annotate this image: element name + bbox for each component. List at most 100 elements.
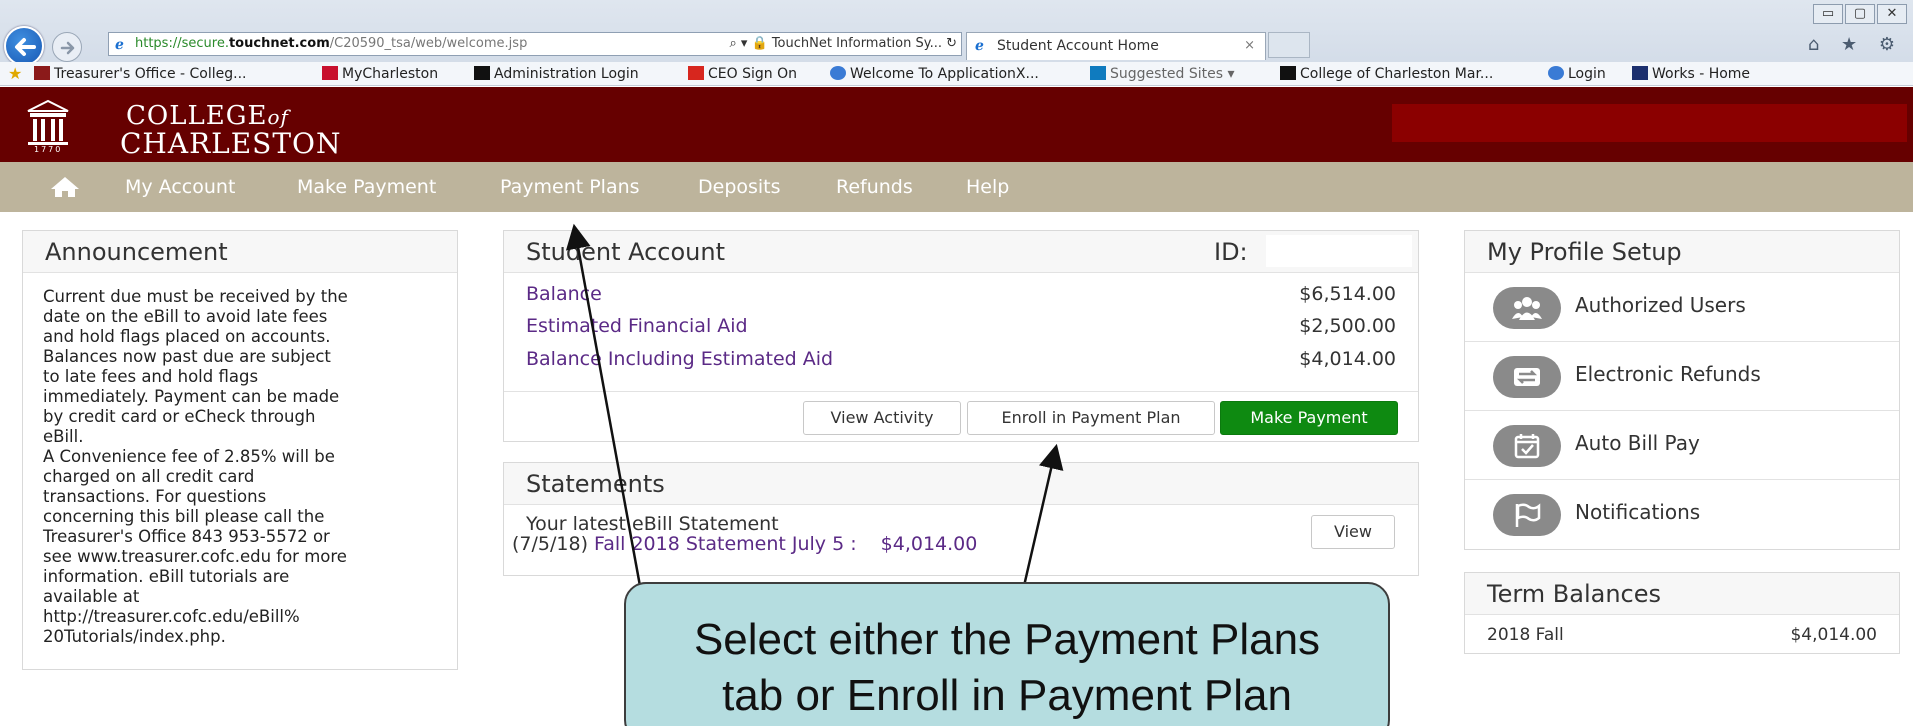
announcement-line: Treasurer's Office 843 953-5572 or [43, 527, 330, 546]
fav-administration-login[interactable]: Administration Login [474, 62, 639, 86]
fav-icon [1632, 66, 1648, 80]
profile-notifications[interactable]: Notifications [1465, 480, 1899, 549]
announcement-line: immediately. Payment can be made [43, 387, 340, 406]
announcement-line: to late fees and hold flags [43, 367, 259, 386]
fav-ceo-sign-on[interactable]: CEO Sign On [688, 62, 797, 86]
announcement-link[interactable]: http://treasurer.cofc.edu/eBill% [43, 607, 437, 627]
fav-icon [1548, 66, 1564, 80]
view-statement-button[interactable]: View [1311, 515, 1395, 549]
address-bar[interactable]: ℯ https://secure.touchnet.com/C20590_tsa… [108, 32, 962, 56]
window-controls: ▭ ▢ ✕ [1811, 4, 1907, 24]
balance-incl-aid-link[interactable]: Balance Including Estimated Aid [526, 348, 833, 370]
announcement-line: by credit card or eCheck through [43, 407, 316, 426]
auto-bill-pay-label: Auto Bill Pay [1575, 431, 1700, 455]
fav-treasurers-office[interactable]: Treasurer's Office - Colleg... [34, 62, 247, 86]
toolbar-icons[interactable]: ⌂ ★ ⚙ [1808, 34, 1903, 55]
forward-button[interactable] [52, 32, 82, 62]
logo-charleston[interactable]: CHARLESTON [120, 127, 342, 160]
profile-setup-panel: My Profile Setup Authorized Users Electr… [1464, 230, 1900, 550]
back-button[interactable] [4, 26, 44, 66]
make-payment-button[interactable]: Make Payment [1220, 401, 1398, 435]
statement-amount: $4,014.00 [880, 533, 978, 555]
announcement-link[interactable]: 20Tutorials/index.php. [43, 627, 437, 647]
back-arrow-icon [15, 38, 36, 56]
announcement-line: eBill. [43, 427, 84, 446]
announcement-body: Current due must be received by the date… [23, 273, 457, 661]
main-nav: My Account Make Payment Payment Plans De… [0, 162, 1913, 212]
announcement-line: see www.treasurer.cofc.edu for more [43, 547, 347, 566]
logo-year: 1770 [34, 145, 63, 154]
estimated-aid-row: Estimated Financial Aid $2,500.00 [526, 315, 1396, 337]
term-amount: $4,014.00 [1790, 625, 1877, 645]
fav-cofc-marketing[interactable]: College of Charleston Mar... [1280, 62, 1493, 86]
new-tab-button[interactable] [1268, 32, 1310, 58]
term-balances-panel: Term Balances 2018 Fall $4,014.00 [1464, 572, 1900, 654]
student-account-panel: Student Account ID: Balance $6,514.00 Es… [503, 230, 1419, 442]
latest-statement-line: (7/5/18) Fall 2018 Statement July 5 : $4… [512, 533, 977, 555]
balance-incl-aid-value: $4,014.00 [1299, 348, 1396, 370]
divider [504, 391, 1418, 392]
announcement-line: Current due must be received by the [43, 287, 348, 306]
close-window-icon[interactable]: ✕ [1877, 4, 1907, 24]
profile-auto-bill-pay[interactable]: Auto Bill Pay [1465, 411, 1899, 480]
maximize-icon[interactable]: ▢ [1845, 4, 1875, 24]
url-scheme: https:// [135, 36, 182, 51]
tab-close-icon[interactable]: × [1244, 33, 1255, 59]
announcement-line: date on the eBill to avoid late fees [43, 307, 328, 326]
site-header: 1770 COLLEGEof CHARLESTON [0, 87, 1913, 162]
flag-icon [1493, 494, 1561, 536]
fav-applicationx[interactable]: Welcome To ApplicationX... [830, 62, 1039, 86]
fav-works-home[interactable]: Works - Home [1632, 62, 1750, 86]
profile-setup-title: My Profile Setup [1465, 231, 1899, 273]
statements-panel: Statements Your latest eBill Statement (… [503, 462, 1419, 576]
nav-refunds[interactable]: Refunds [836, 176, 913, 198]
minimize-icon[interactable]: ▭ [1813, 4, 1843, 24]
callout-line-2: tab or Enroll in Payment Plan [722, 671, 1292, 720]
term-name: 2018 Fall [1487, 625, 1564, 645]
profile-authorized-users[interactable]: Authorized Users [1465, 273, 1899, 342]
statement-link[interactable]: Fall 2018 Statement July 5 : [594, 533, 857, 555]
estimated-aid-value: $2,500.00 [1299, 315, 1396, 337]
announcement-panel: Announcement Current due must be receive… [22, 230, 458, 670]
fav-icon [830, 66, 846, 80]
fav-icon [34, 66, 50, 80]
forward-arrow-icon [60, 41, 75, 55]
fav-mycharleston[interactable]: MyCharleston [322, 62, 438, 86]
callout-line-1: Select either the Payment Plans [693, 615, 1321, 664]
address-tools[interactable]: ⌕ ▾ 🔒 TouchNet Information Sy... ↻ [729, 33, 957, 55]
nav-payment-plans[interactable]: Payment Plans [500, 176, 640, 198]
balance-link[interactable]: Balance [526, 283, 602, 305]
header-search-box[interactable] [1392, 104, 1907, 142]
fav-login[interactable]: Login [1548, 62, 1606, 86]
balance-value: $6,514.00 [1299, 283, 1396, 305]
fav-icon [322, 66, 338, 80]
nav-help[interactable]: Help [966, 176, 1009, 198]
announcement-line: charged on all credit card [43, 467, 255, 486]
view-activity-button[interactable]: View Activity [803, 401, 961, 435]
term-balances-title: Term Balances [1465, 573, 1899, 615]
authorized-users-label: Authorized Users [1575, 293, 1746, 317]
nav-deposits[interactable]: Deposits [698, 176, 781, 198]
tab-title: Student Account Home [997, 38, 1159, 54]
home-icon[interactable] [50, 176, 80, 198]
announcement-title: Announcement [23, 231, 457, 273]
url-subdomain: secure. [181, 36, 229, 51]
announcement-line: transactions. For questions [43, 487, 267, 506]
announcement-line: Balances now past due are subject [43, 347, 331, 366]
nav-make-payment[interactable]: Make Payment [297, 176, 436, 198]
enroll-payment-plan-button[interactable]: Enroll in Payment Plan [967, 401, 1215, 435]
announcement-line: information. eBill tutorials are [43, 567, 290, 586]
balance-incl-aid-row: Balance Including Estimated Aid $4,014.0… [526, 348, 1396, 370]
statement-date: (7/5/18) [512, 533, 588, 555]
electronic-refunds-label: Electronic Refunds [1575, 362, 1761, 386]
profile-electronic-refunds[interactable]: Electronic Refunds [1465, 342, 1899, 411]
nav-my-account[interactable]: My Account [125, 176, 235, 198]
tab-student-account-home[interactable]: ℯ Student Account Home × [966, 32, 1266, 60]
ie-page-icon: ℯ [115, 37, 124, 53]
fav-suggested-sites[interactable]: Suggested Sites ▾ [1090, 62, 1235, 86]
url-domain: touchnet.com [228, 36, 330, 51]
estimated-aid-link[interactable]: Estimated Financial Aid [526, 315, 748, 337]
notifications-label: Notifications [1575, 500, 1701, 524]
favorites-star-icon[interactable]: ★ [8, 62, 22, 86]
balance-row: Balance $6,514.00 [526, 283, 1396, 305]
